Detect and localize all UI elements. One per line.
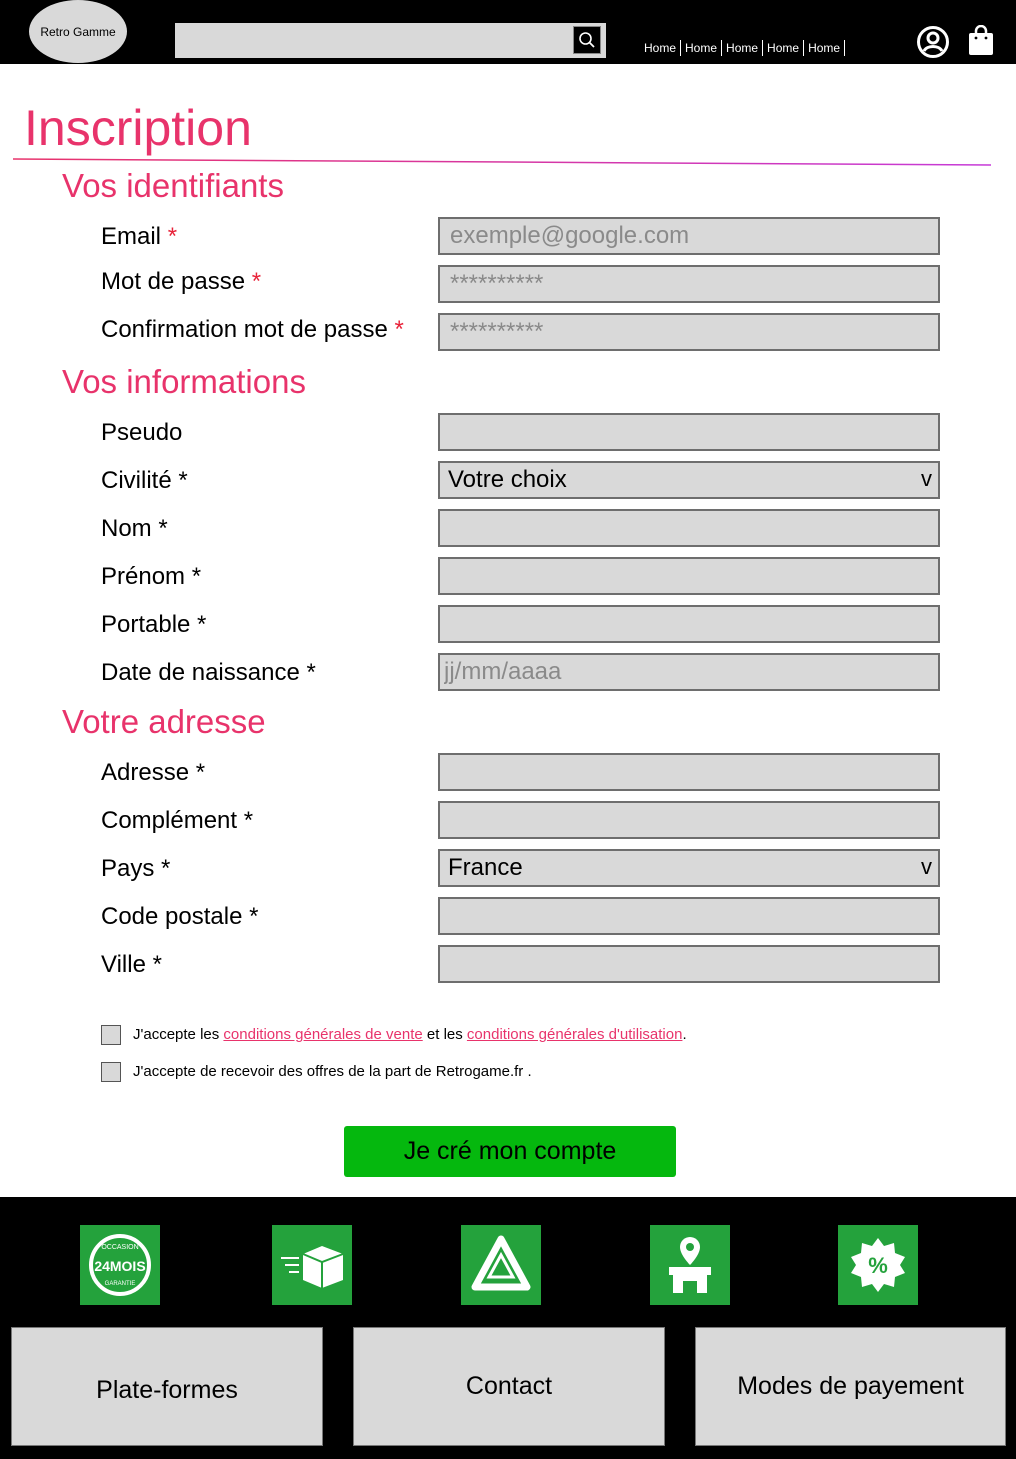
pseudo-field[interactable] [438, 413, 940, 451]
user-account-icon[interactable] [916, 25, 950, 59]
prenom-label: Prénom * [101, 563, 202, 590]
search-button[interactable] [573, 26, 601, 54]
footer-platforms-link[interactable]: Plate-formes [11, 1327, 323, 1446]
ville-label: Ville * [101, 951, 162, 978]
prenom-field[interactable] [438, 557, 940, 595]
cgv-consent-row: J'accepte les conditions générales de ve… [101, 1025, 687, 1045]
svg-text:GARANTIE: GARANTIE [105, 1281, 136, 1287]
nav-link-home-4[interactable]: Home [763, 40, 805, 56]
create-account-button[interactable]: Je cré mon compte [344, 1126, 676, 1177]
complement-field[interactable] [438, 801, 940, 839]
top-bar: Retro Gamme Home Home Home Home Home [0, 0, 1016, 64]
civilite-select[interactable]: Votre choix v [438, 461, 940, 499]
password-field[interactable] [438, 265, 940, 303]
title-divider [13, 158, 991, 166]
email-field[interactable] [438, 217, 940, 255]
cgv-checkbox[interactable] [101, 1025, 121, 1045]
code-postal-field[interactable] [438, 897, 940, 935]
cgv-consent-text: J'accepte les conditions générales de ve… [133, 1026, 687, 1043]
shopping-bag-icon[interactable] [968, 25, 994, 56]
offers-consent-text: J'accepte de recevoir des offres de la p… [133, 1063, 532, 1080]
section-title-adresse: Votre adresse [62, 703, 266, 740]
fast-delivery-icon [272, 1225, 352, 1305]
nav-link-home-5[interactable]: Home [804, 40, 846, 56]
store-graphic [669, 1237, 711, 1293]
chevron-down-icon: v [921, 466, 932, 491]
main-nav: Home Home Home Home Home [640, 40, 846, 56]
password-confirm-label: Confirmation mot de passe * [101, 316, 404, 343]
search-bar[interactable] [175, 23, 606, 58]
offers-consent-row: J'accepte de recevoir des offres de la p… [101, 1062, 532, 1082]
store-location-icon [650, 1225, 730, 1305]
offers-checkbox[interactable] [101, 1062, 121, 1082]
warranty-24-months-icon: OCCASION 24MOIS GARANTIE [80, 1225, 160, 1305]
email-label: Email * [101, 223, 178, 250]
code-postal-label: Code postale * [101, 903, 259, 930]
cgu-link[interactable]: conditions générales d'utilisation [467, 1026, 683, 1043]
password-confirm-field[interactable] [438, 313, 940, 351]
birthdate-field[interactable] [438, 653, 940, 691]
birthdate-label: Date de naissance * [101, 659, 316, 686]
svg-text:24MOIS: 24MOIS [94, 1258, 145, 1274]
svg-text:OCCASION: OCCASION [101, 1244, 138, 1251]
search-icon [579, 32, 595, 48]
nav-link-home-2[interactable]: Home [681, 40, 723, 56]
pays-selected-value: France [448, 854, 523, 881]
page-title: Inscription [24, 100, 252, 156]
logo[interactable]: Retro Gamme [29, 0, 127, 63]
ville-field[interactable] [438, 945, 940, 983]
chevron-down-icon: v [921, 854, 932, 879]
section-title-identifiants: Vos identifiants [62, 167, 284, 204]
recycle-graphic [471, 1235, 531, 1291]
portable-field[interactable] [438, 605, 940, 643]
footer-contact-link[interactable]: Contact [353, 1327, 665, 1446]
warranty-badge-graphic: OCCASION 24MOIS GARANTIE [89, 1234, 151, 1296]
nom-label: Nom * [101, 515, 168, 542]
logo-text: Retro Gamme [40, 24, 116, 39]
adresse-label: Adresse * [101, 759, 206, 786]
svg-text:%: % [868, 1253, 888, 1278]
delivery-box-graphic [281, 1246, 344, 1288]
nav-link-home-1[interactable]: Home [640, 40, 682, 56]
civilite-label: Civilité * [101, 467, 188, 494]
complement-label: Complément * [101, 807, 254, 834]
discount-badge-icon: % [838, 1225, 918, 1305]
footer-payment-methods-link[interactable]: Modes de payement [695, 1327, 1006, 1446]
pays-select[interactable]: France v [438, 849, 940, 887]
section-title-informations: Vos informations [62, 363, 306, 400]
civilite-selected-value: Votre choix [448, 466, 567, 493]
portable-label: Portable * [101, 611, 207, 638]
pays-label: Pays * [101, 855, 171, 882]
password-label: Mot de passe * [101, 268, 262, 295]
recycle-icon [461, 1225, 541, 1305]
adresse-field[interactable] [438, 753, 940, 791]
nom-field[interactable] [438, 509, 940, 547]
pseudo-label: Pseudo [101, 419, 183, 446]
discount-graphic: % [851, 1238, 905, 1292]
nav-link-home-3[interactable]: Home [722, 40, 764, 56]
cgv-link[interactable]: conditions générales de vente [223, 1026, 422, 1043]
